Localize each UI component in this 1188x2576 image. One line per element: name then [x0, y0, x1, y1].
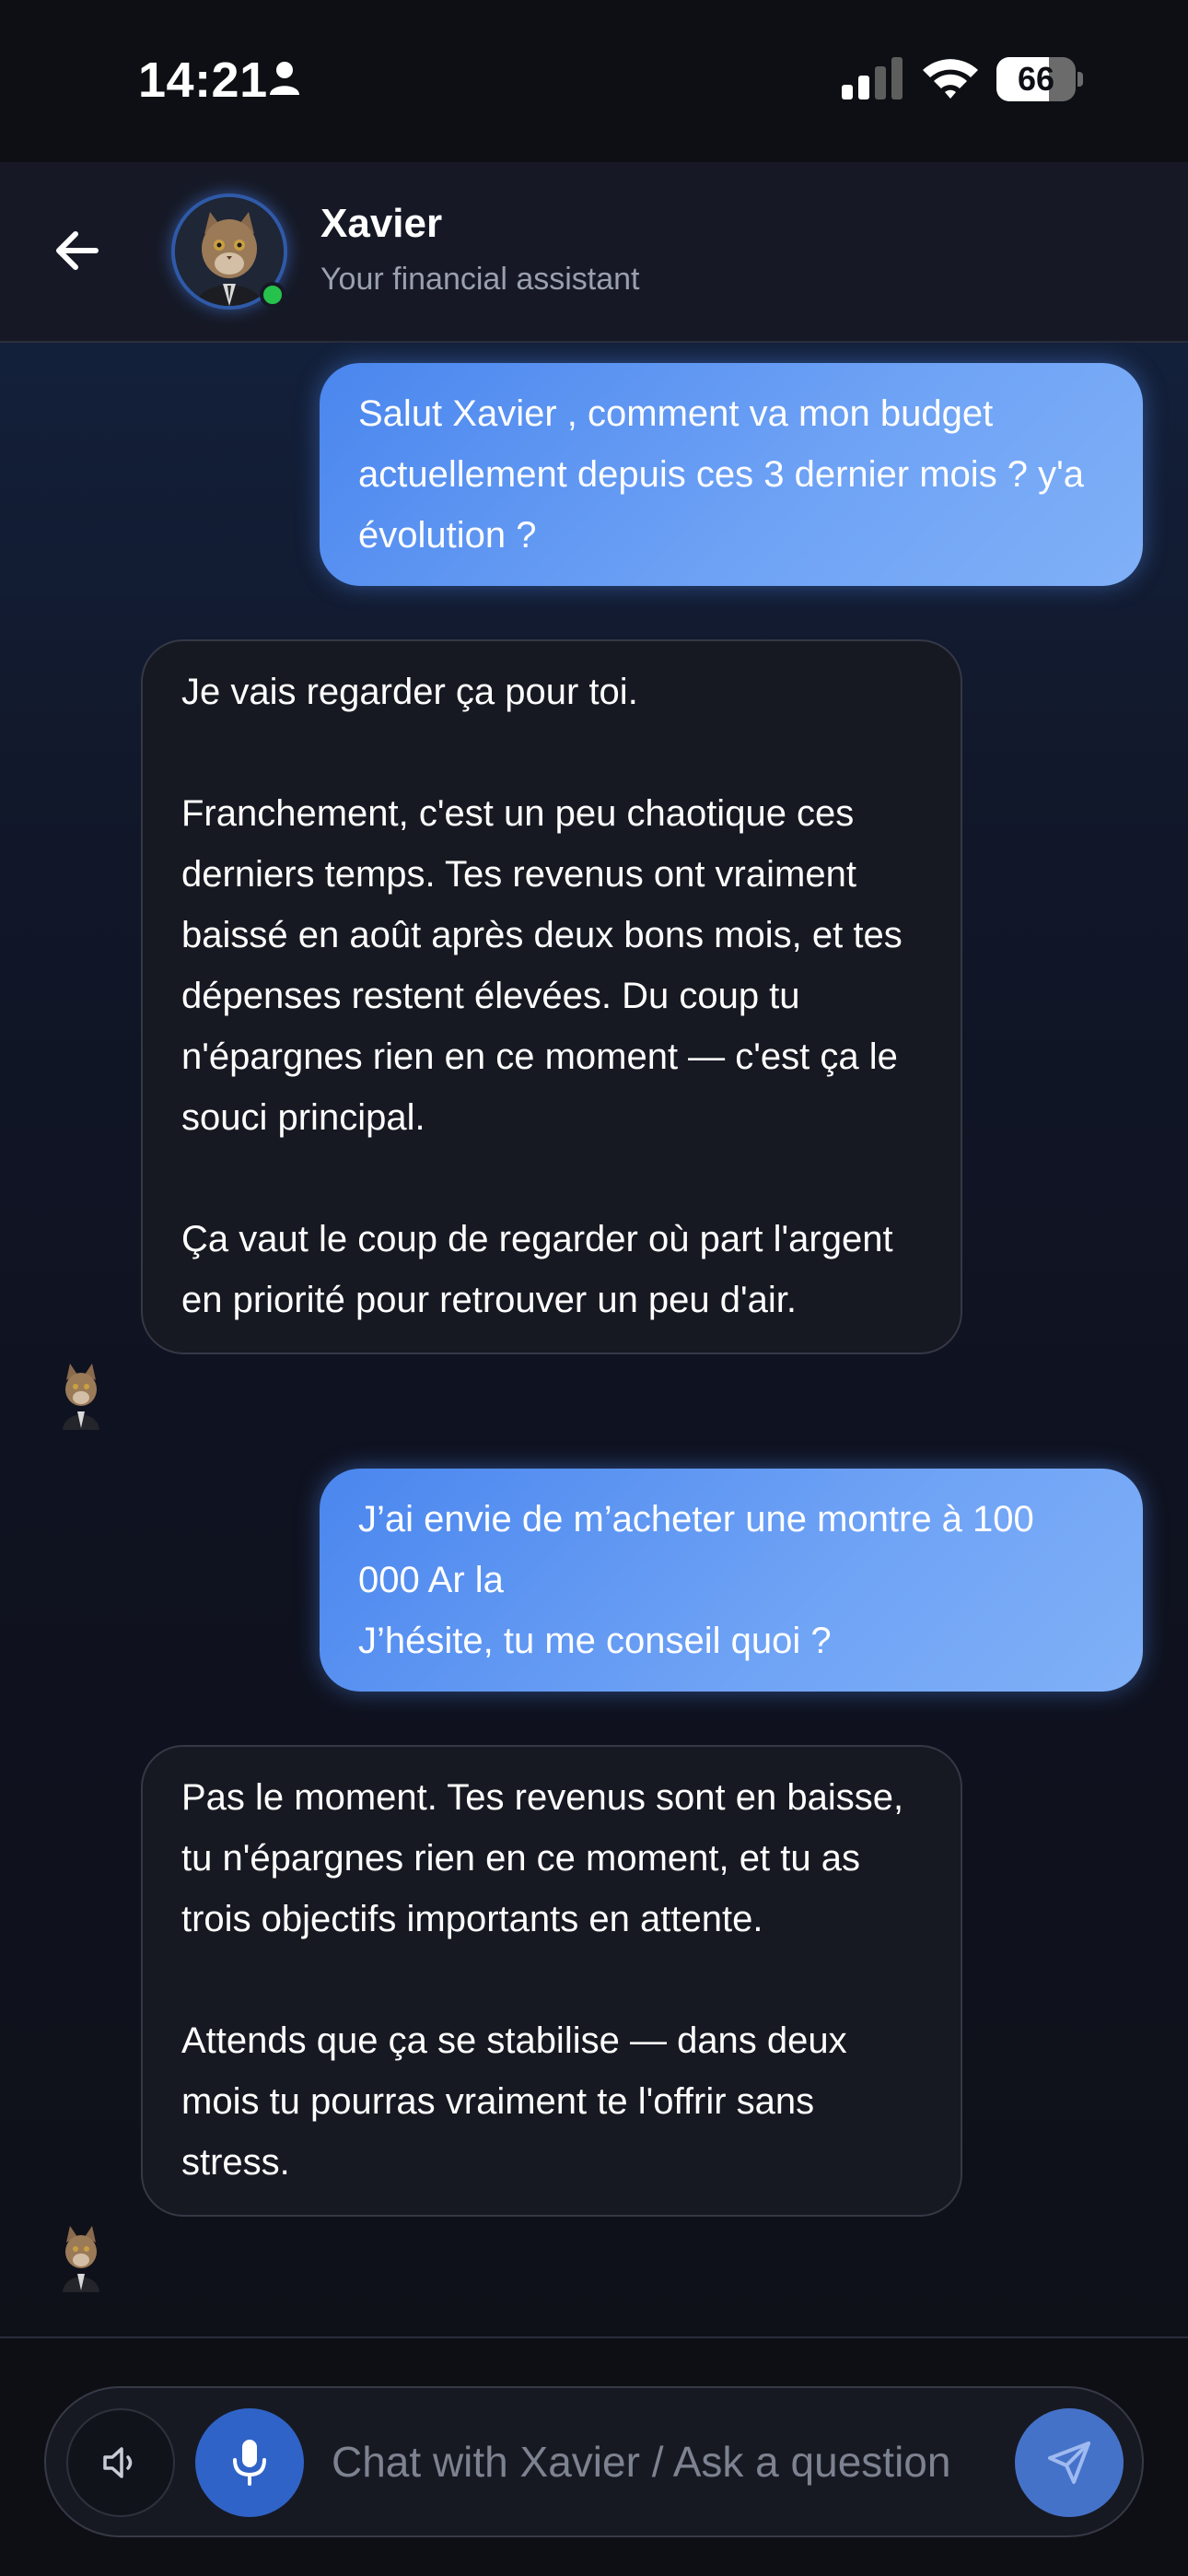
assistant-avatar-icon — [63, 2226, 99, 2292]
user-message[interactable]: Salut Xavier , comment va mon budget act… — [320, 363, 1143, 586]
user-message[interactable]: J’ai envie de m’acheter une montre à 100… — [320, 1469, 1143, 1692]
contact-name: Xavier — [320, 201, 443, 246]
assistant-message[interactable]: Je vais regarder ça pour toi. Franchemen… — [141, 639, 962, 1354]
assistant-avatar-icon — [63, 1364, 99, 1430]
back-button[interactable] — [50, 223, 105, 278]
chat-header: Xavier Your financial assistant — [0, 162, 1188, 343]
back-arrow-icon — [56, 231, 99, 270]
chat-input[interactable] — [332, 2408, 1050, 2517]
signal-icon — [842, 57, 903, 100]
online-status-dot — [260, 282, 285, 308]
speaker-button[interactable] — [66, 2408, 175, 2517]
person-icon — [270, 62, 299, 95]
send-button[interactable] — [1015, 2408, 1124, 2517]
contact-subtitle: Your financial assistant — [320, 262, 640, 297]
battery-icon: 66 — [996, 57, 1083, 101]
composer — [44, 2386, 1144, 2537]
composer-bar — [0, 2336, 1188, 2576]
chat-messages[interactable]: Salut Xavier , comment va mon budget act… — [0, 343, 1188, 2336]
microphone-icon — [233, 2440, 266, 2486]
battery-level: 66 — [1017, 60, 1055, 98]
status-time: 14:21 — [138, 53, 268, 108]
assistant-message[interactable]: Pas le moment. Tes revenus sont en baiss… — [141, 1745, 962, 2217]
send-icon — [1048, 2441, 1090, 2484]
microphone-button[interactable] — [195, 2408, 304, 2517]
wifi-icon — [923, 59, 978, 99]
speaker-icon — [103, 2447, 133, 2478]
status-bar: 14:21 66 — [0, 0, 1188, 162]
